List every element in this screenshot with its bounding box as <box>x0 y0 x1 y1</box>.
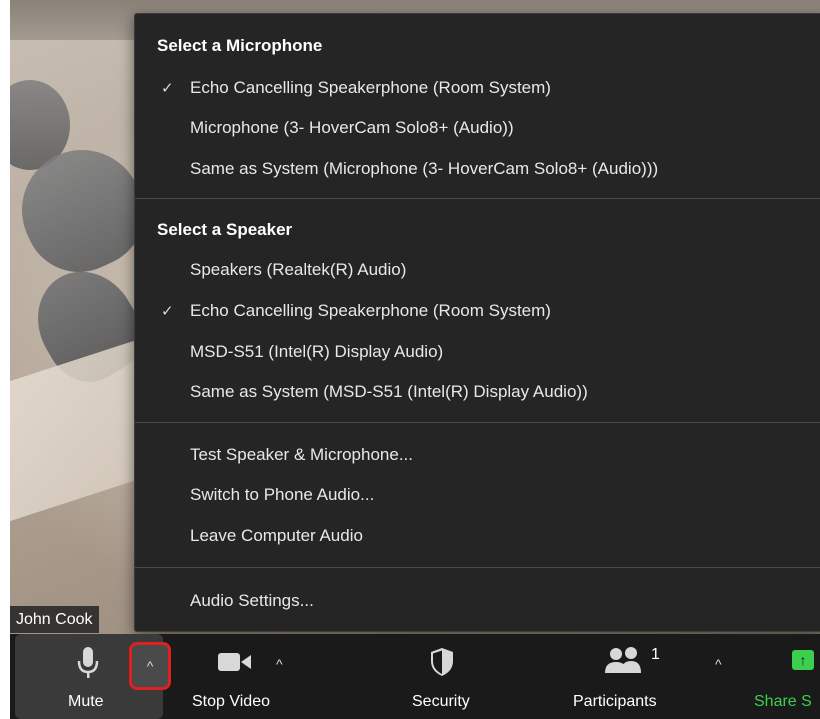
speaker-option[interactable]: Speakers (Realtek(R) Audio) <box>135 251 820 291</box>
caret-up-icon[interactable]: ^ <box>715 656 722 672</box>
caret-up-icon[interactable]: ^ <box>276 656 283 672</box>
speaker-option[interactable]: MSD-S51 (Intel(R) Display Audio) <box>135 333 820 373</box>
menu-action-label: Test Speaker & Microphone... <box>190 445 414 464</box>
speaker-option-label: MSD-S51 (Intel(R) Display Audio) <box>190 342 444 361</box>
leave-computer-audio-item[interactable]: Leave Computer Audio <box>135 517 820 557</box>
audio-settings-item[interactable]: Audio Settings... <box>135 582 820 622</box>
menu-action-label: Switch to Phone Audio... <box>190 485 375 504</box>
share-screen-icon: ↑ <box>792 650 814 670</box>
microphone-option[interactable]: Same as System (Microphone (3- HoverCam … <box>135 150 820 190</box>
participants-label: Participants <box>573 693 657 710</box>
menu-divider <box>135 198 820 199</box>
participants-button[interactable]: 1 ^ Participants <box>565 634 722 719</box>
microphone-icon <box>77 646 99 685</box>
shield-icon <box>430 647 454 682</box>
security-button[interactable]: Security <box>395 634 495 719</box>
video-camera-icon <box>218 652 252 677</box>
participant-name-tag: John Cook <box>10 606 99 633</box>
microphone-section-header: Select a Microphone <box>157 36 323 55</box>
menu-divider <box>135 422 820 423</box>
audio-options-menu: Select a Microphone ✓ Echo Cancelling Sp… <box>134 13 820 632</box>
audio-options-caret-button[interactable]: ^ <box>129 642 171 690</box>
microphone-option-label: Echo Cancelling Speakerphone (Room Syste… <box>190 78 551 97</box>
speaker-option[interactable]: ✓ Echo Cancelling Speakerphone (Room Sys… <box>135 292 820 332</box>
switch-to-phone-audio-item[interactable]: Switch to Phone Audio... <box>135 476 820 516</box>
caret-up-icon: ^ <box>146 658 154 674</box>
microphone-option-label: Same as System (Microphone (3- HoverCam … <box>190 159 659 178</box>
menu-action-label: Leave Computer Audio <box>190 526 363 545</box>
speaker-option[interactable]: Same as System (MSD-S51 (Intel(R) Displa… <box>135 373 820 413</box>
speaker-option-label: Same as System (MSD-S51 (Intel(R) Displa… <box>190 382 588 401</box>
microphone-option[interactable]: ✓ Echo Cancelling Speakerphone (Room Sys… <box>135 69 820 109</box>
share-screen-button[interactable]: ↑ Share S <box>750 634 820 719</box>
mute-label: Mute <box>68 693 104 710</box>
security-label: Security <box>412 693 470 710</box>
microphone-option[interactable]: Microphone (3- HoverCam Solo8+ (Audio)) <box>135 109 820 149</box>
speaker-option-label: Echo Cancelling Speakerphone (Room Syste… <box>190 301 551 320</box>
menu-divider <box>135 567 820 568</box>
checkmark-icon: ✓ <box>161 303 174 320</box>
video-table <box>10 338 140 522</box>
meeting-window: John Cook Select a Microphone ✓ Echo Can… <box>10 0 820 719</box>
speaker-option-label: Speakers (Realtek(R) Audio) <box>190 260 407 279</box>
stop-video-button[interactable]: ^ Stop Video <box>180 634 310 719</box>
speaker-section-header: Select a Speaker <box>157 220 293 239</box>
checkmark-icon: ✓ <box>161 80 174 97</box>
microphone-option-label: Microphone (3- HoverCam Solo8+ (Audio)) <box>190 118 514 137</box>
meeting-toolbar: Mute ^ ^ Stop Video Security 1 ^ Partici… <box>10 634 820 719</box>
menu-action-label: Audio Settings... <box>190 591 314 610</box>
participants-count: 1 <box>651 646 660 663</box>
participants-icon <box>601 646 647 679</box>
stop-video-label: Stop Video <box>192 693 270 710</box>
share-screen-label: Share S <box>754 693 812 710</box>
mute-button[interactable]: Mute ^ <box>15 634 171 719</box>
test-speaker-microphone-item[interactable]: Test Speaker & Microphone... <box>135 436 820 476</box>
